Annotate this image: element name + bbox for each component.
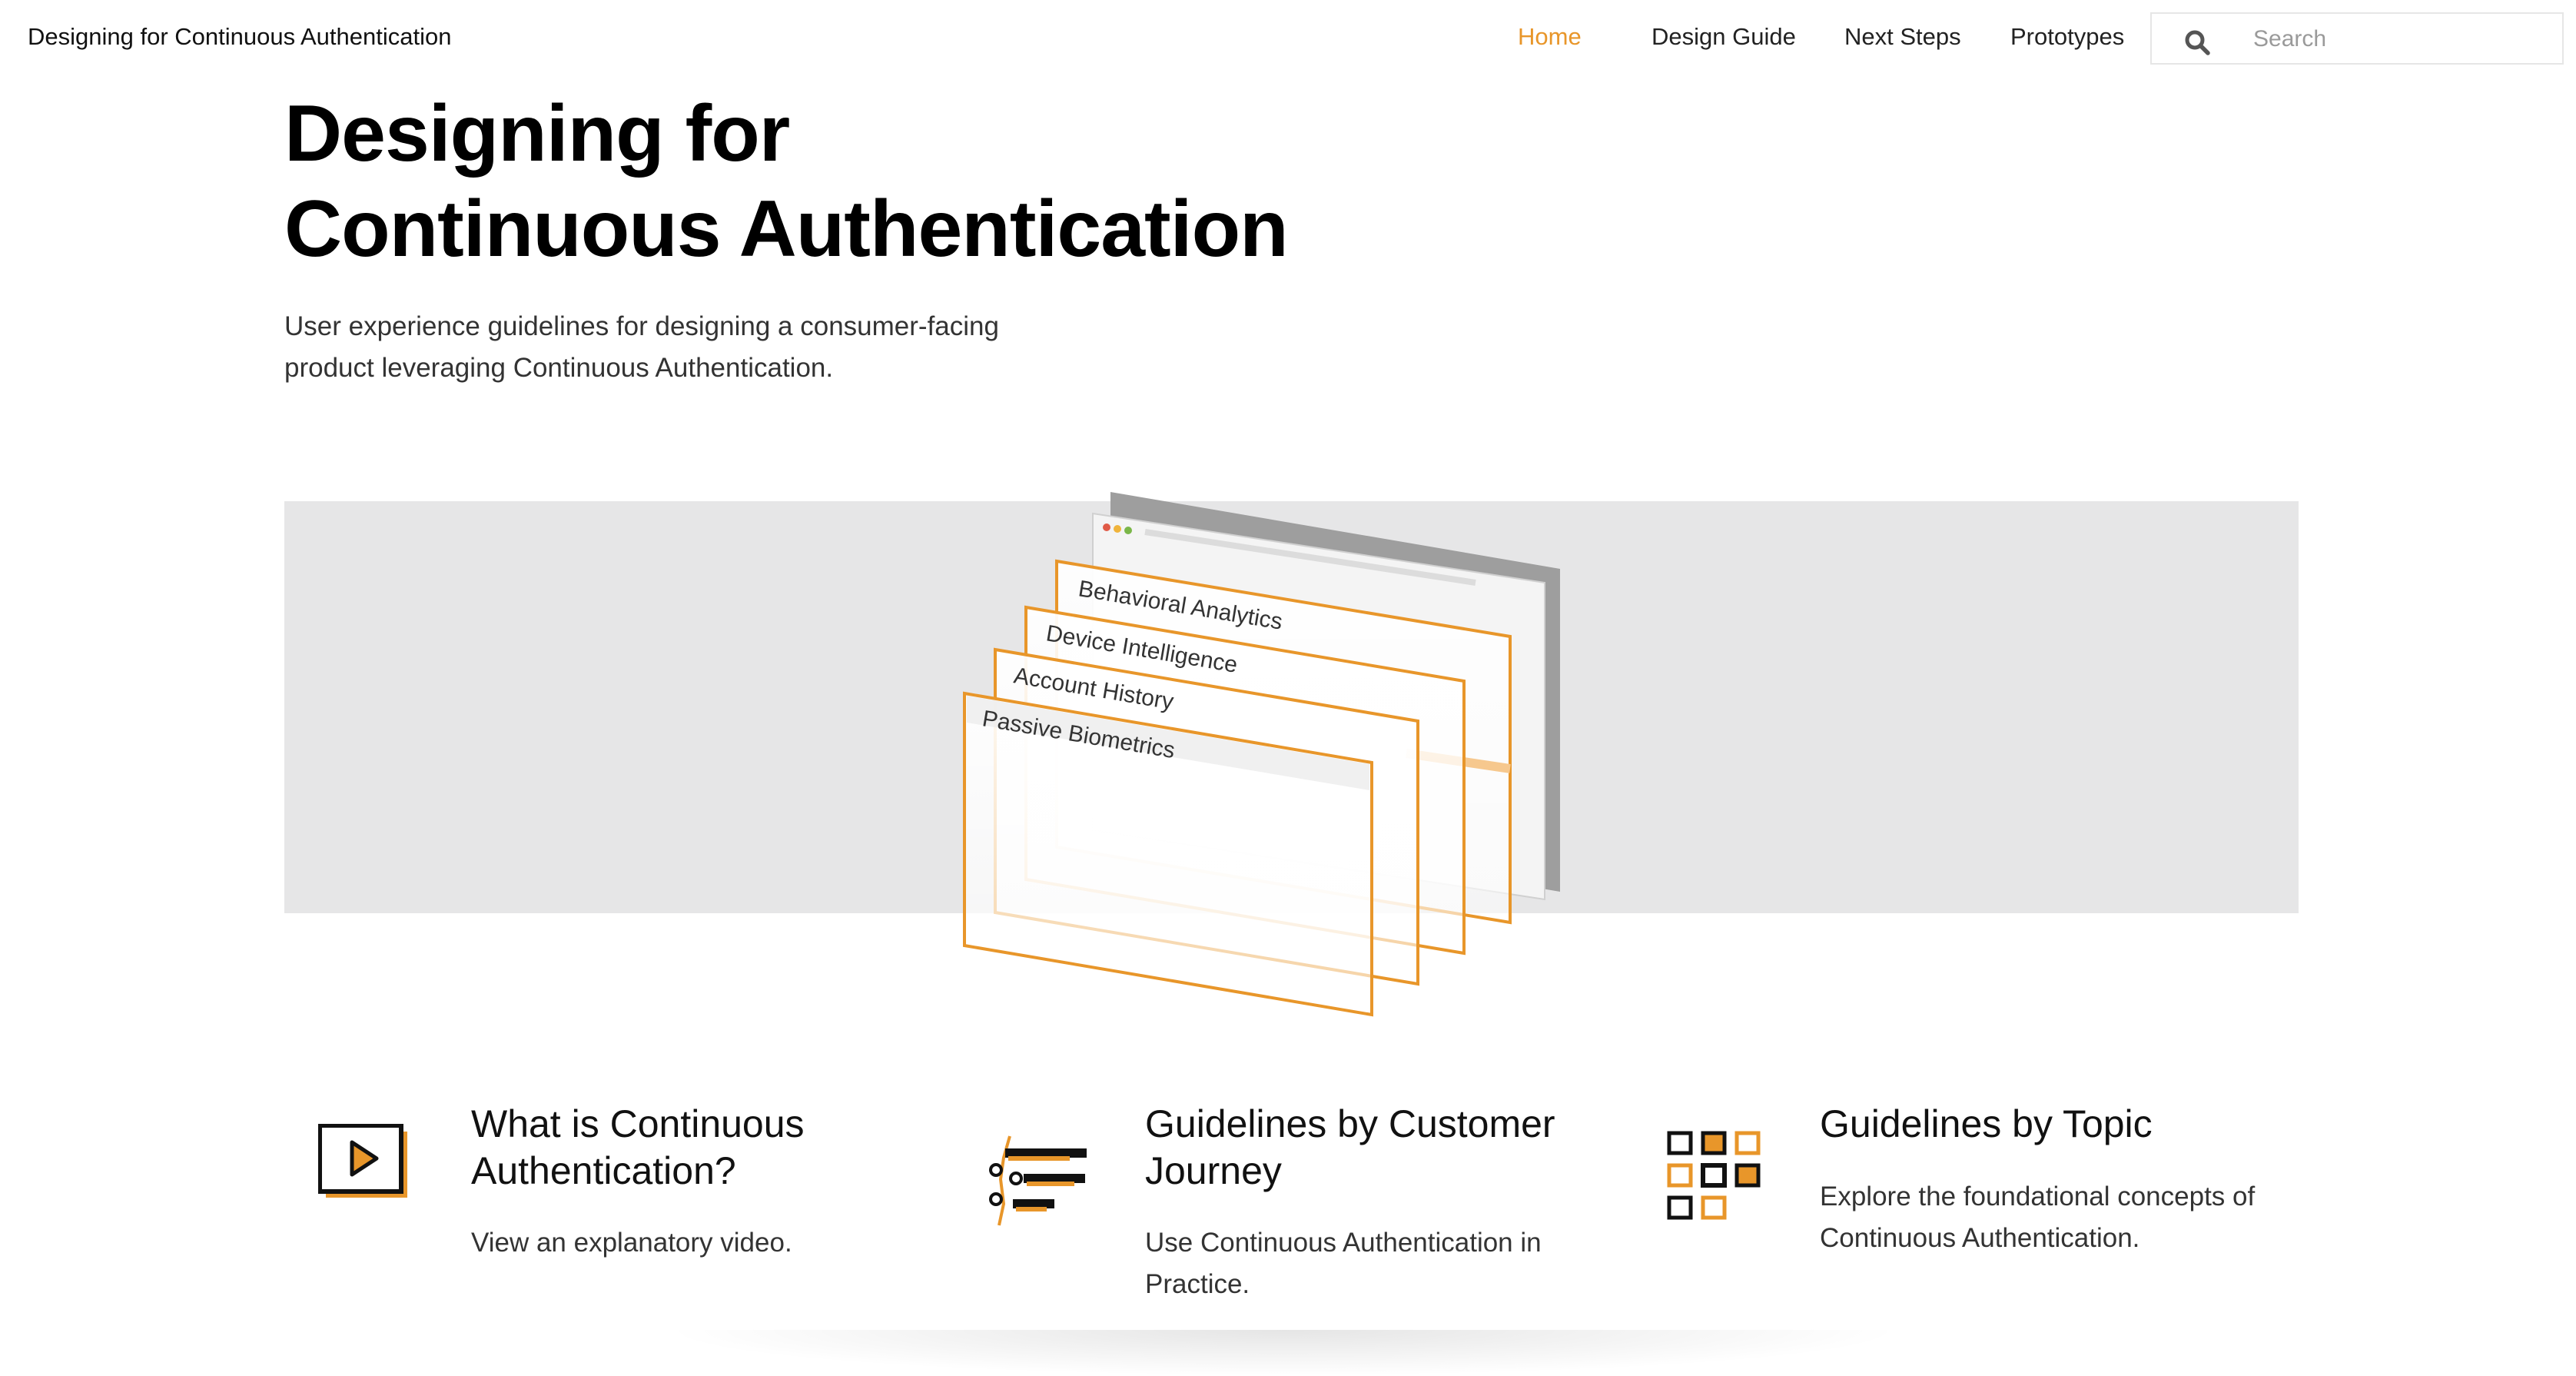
card-description: View an explanatory video. [471,1222,901,1264]
page-title: Designing for Continuous Authentication [284,86,1289,277]
search-icon[interactable] [2184,29,2210,55]
card-description: Use Continuous Authentication in Practic… [1145,1222,1622,1305]
site-title-link[interactable]: Designing for Continuous Authentication [28,23,451,51]
card-desc-line-2: Continuous Authentication. [1820,1223,2140,1253]
subtitle-line-1: User experience guidelines for designing… [284,311,999,341]
page-title-line-2: Continuous Authentication [284,184,1289,274]
window-minimize-dot [1114,525,1121,533]
card-desc-line-1: Use Continuous Authentication in [1145,1228,1542,1258]
subtitle-line-2: product leveraging Continuous Authentica… [284,353,834,383]
page-subtitle: User experience guidelines for designing… [284,306,1053,389]
card-description: Explore the foundational concepts of Con… [1820,1176,2327,1259]
card-title-line-1: What is Continuous [471,1102,805,1145]
top-navigation-bar: Designing for Continuous Authentication … [0,0,2576,77]
page-title-line-1: Designing for [284,89,790,178]
card-title-line-1: Guidelines by Topic [1820,1102,2153,1145]
card-title-line-2: Authentication? [471,1149,736,1192]
below-fold-shadow [661,1330,1906,1376]
layers-illustration: Behavioral Analytics Device Intelligence… [963,492,1560,1017]
window-maximize-dot [1124,527,1132,534]
search-input[interactable] [2252,22,2554,57]
card-title-line-2: Journey [1145,1149,1282,1192]
topic-grid-icon [1667,1131,1761,1220]
journey-list-icon [989,1135,1087,1226]
card-title[interactable]: Guidelines by Customer Journey [1145,1101,1622,1195]
card-title[interactable]: Guidelines by Topic [1820,1101,2327,1148]
nav-prototypes[interactable]: Prototypes [2010,23,2124,51]
card-title-line-1: Guidelines by Customer [1145,1102,1555,1145]
nav-home[interactable]: Home [1518,23,1582,51]
card-desc-line-2: Practice. [1145,1269,1250,1299]
window-close-dot [1103,523,1110,531]
card-title[interactable]: What is Continuous Authentication? [471,1101,901,1195]
card-desc-line-1: View an explanatory video. [471,1228,792,1258]
card-desc-line-1: Explore the foundational concepts of [1820,1182,2256,1211]
play-video-icon [318,1124,407,1198]
nav-next-steps[interactable]: Next Steps [1844,23,1961,51]
search-box[interactable] [2150,12,2564,65]
nav-design-guide[interactable]: Design Guide [1651,23,1796,51]
